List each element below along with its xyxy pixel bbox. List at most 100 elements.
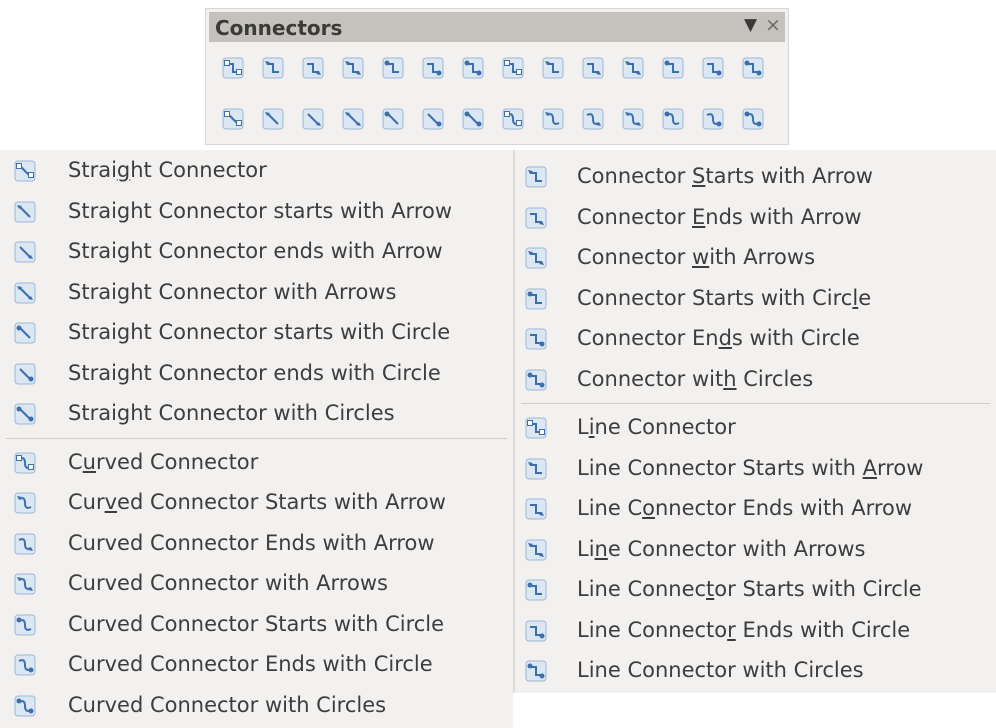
- menu-item[interactable]: Straight Connector starts with Arrow: [0, 193, 513, 233]
- menu-item[interactable]: Line Connector Starts with Arrow: [515, 450, 996, 490]
- straight-starts-arrow-icon[interactable]: [258, 104, 288, 134]
- line-connector-circles-icon[interactable]: [738, 53, 768, 83]
- menu-item[interactable]: Line Connector with Circles: [515, 652, 996, 692]
- straight-ends-circle-icon: [12, 361, 38, 387]
- menu-separator: [6, 437, 507, 439]
- menu-item[interactable]: Connector Ends with Circle: [515, 320, 996, 360]
- menu-item-label: Connector with Circles: [577, 366, 814, 391]
- line-connector-ends-arrow-icon[interactable]: [578, 53, 608, 83]
- line-connector-icon: [523, 415, 549, 441]
- menu-item[interactable]: Connector with Circles: [515, 361, 996, 401]
- menu-item-label: Line Connector with Circles: [577, 658, 864, 682]
- curved-ends-circle-icon: [12, 652, 38, 678]
- curved-ends-circle-icon[interactable]: [698, 104, 728, 134]
- connector-arrows-icon[interactable]: [338, 53, 368, 83]
- connector-starts-arrow-icon[interactable]: [258, 53, 288, 83]
- toolbar-title: Connectors: [215, 16, 343, 40]
- menu-item[interactable]: Line Connector with Arrows: [515, 531, 996, 571]
- connector-circles-icon[interactable]: [458, 53, 488, 83]
- line-starts-arrow-icon: [523, 456, 549, 482]
- curved-arrows-icon: [12, 571, 38, 597]
- straight-connector-icon[interactable]: [218, 104, 248, 134]
- straight-curved-connector-menu: Straight Connector Straight Connector sta…: [0, 150, 513, 728]
- menu-item-label: Curved Connector Ends with Circle: [68, 652, 433, 676]
- line-connector-starts-arrow-icon[interactable]: [538, 53, 568, 83]
- connector-ends-circle-icon: [523, 326, 549, 352]
- curved-starts-arrow-icon: [12, 490, 38, 516]
- menu-item-label: Connector Starts with Arrow: [577, 164, 873, 188]
- menu-item[interactable]: Curved Connector: [0, 444, 513, 484]
- menu-item-label: Straight Connector starts with Circle: [68, 320, 451, 344]
- menu-item-label: Line Connector Starts with Circle: [577, 577, 922, 601]
- menu-item[interactable]: Straight Connector with Circles: [0, 395, 513, 435]
- menu-item[interactable]: Curved Connector with Arrows: [0, 565, 513, 605]
- connector-ends-circle-icon[interactable]: [418, 53, 448, 83]
- menu-item-label: Straight Connector with Arrows: [68, 279, 397, 304]
- curved-circles-icon[interactable]: [738, 104, 768, 134]
- menu-item-label: Line Connector Ends with Circle: [577, 617, 911, 642]
- curved-circles-icon: [12, 693, 38, 719]
- menu-item-label: Straight Connector ends with Arrow: [68, 239, 443, 263]
- menu-item-label: Line Connector with Arrows: [577, 536, 866, 561]
- menu-item[interactable]: Curved Connector with Circles: [0, 687, 513, 727]
- menu-item-label: Connector Starts with Circle: [577, 285, 872, 310]
- menu-item-label: Straight Connector ends with Circle: [68, 360, 441, 385]
- connector-starts-circle-icon[interactable]: [378, 53, 408, 83]
- menu-separator: [521, 403, 990, 404]
- straight-ends-arrow-icon: [12, 239, 38, 265]
- line-connector-arrows-icon[interactable]: [618, 53, 648, 83]
- toolbar-title-bar[interactable]: Connectors ▼ ×: [209, 12, 785, 42]
- menu-item[interactable]: Line Connector Ends with Arrow: [515, 490, 996, 530]
- menu-item[interactable]: Connector Starts with Arrow: [515, 158, 996, 198]
- curved-starts-circle-icon[interactable]: [658, 104, 688, 134]
- straight-arrows-icon[interactable]: [338, 104, 368, 134]
- line-connector-ends-circle-icon[interactable]: [698, 53, 728, 83]
- menu-item-label: Straight Connector starts with Arrow: [68, 198, 453, 223]
- menu-item[interactable]: Connector Starts with Circle: [515, 280, 996, 320]
- connector-ends-arrow-icon: [523, 205, 549, 231]
- menu-item[interactable]: Line Connector: [515, 409, 996, 449]
- straight-circles-icon[interactable]: [458, 104, 488, 134]
- menu-item-label: Curved Connector Starts with Circle: [68, 611, 445, 636]
- curved-arrows-icon[interactable]: [618, 104, 648, 134]
- menu-item[interactable]: Straight Connector with Arrows: [0, 274, 513, 314]
- curved-connector-icon[interactable]: [498, 104, 528, 134]
- menu-item[interactable]: Line Connector Ends with Circle: [515, 612, 996, 652]
- menu-item[interactable]: Straight Connector starts with Circle: [0, 314, 513, 354]
- line-circles-icon: [523, 658, 549, 684]
- connector-line-menu: Connector Starts with Arrow Connector End…: [513, 150, 996, 693]
- curved-connector-icon: [12, 450, 38, 476]
- menu-item-label: Line Connector Ends with Arrow: [577, 496, 913, 520]
- line-connector-starts-circle-icon[interactable]: [658, 53, 688, 83]
- menu-item[interactable]: Straight Connector ends with Arrow: [0, 233, 513, 273]
- straight-circles-icon: [12, 401, 38, 427]
- menu-item[interactable]: Straight Connector: [0, 152, 513, 192]
- straight-ends-circle-icon[interactable]: [418, 104, 448, 134]
- line-ends-arrow-icon: [523, 496, 549, 522]
- menu-item[interactable]: Straight Connector ends with Circle: [0, 355, 513, 395]
- menu-item-label: Curved Connector: [68, 449, 259, 474]
- straight-starts-circle-icon[interactable]: [378, 104, 408, 134]
- connector-ends-arrow-icon[interactable]: [298, 53, 328, 83]
- menu-item[interactable]: Curved Connector Ends with Circle: [0, 646, 513, 686]
- connector-arrows-icon: [523, 245, 549, 271]
- connector-standard-icon[interactable]: [218, 53, 248, 83]
- line-ends-circle-icon: [523, 618, 549, 644]
- connector-circles-icon: [523, 367, 549, 393]
- curved-starts-arrow-icon[interactable]: [538, 104, 568, 134]
- menu-item[interactable]: Curved Connector Ends with Arrow: [0, 525, 513, 565]
- menu-item[interactable]: Connector Ends with Arrow: [515, 199, 996, 239]
- connector-starts-arrow-icon: [523, 164, 549, 190]
- toolbar-menu-arrow-icon[interactable]: ▼: [744, 15, 757, 35]
- menu-item[interactable]: Line Connector Starts with Circle: [515, 571, 996, 611]
- line-connector-icon[interactable]: [498, 53, 528, 83]
- straight-ends-arrow-icon[interactable]: [298, 104, 328, 134]
- curved-ends-arrow-icon[interactable]: [578, 104, 608, 134]
- menu-item[interactable]: Curved Connector Starts with Arrow: [0, 484, 513, 524]
- line-arrows-icon: [523, 537, 549, 563]
- menu-item[interactable]: Connector with Arrows: [515, 239, 996, 279]
- curved-ends-arrow-icon: [12, 531, 38, 557]
- toolbar-close-icon[interactable]: ×: [765, 14, 781, 36]
- menu-item[interactable]: Curved Connector Starts with Circle: [0, 606, 513, 646]
- menu-item-label: Curved Connector with Arrows: [68, 571, 388, 595]
